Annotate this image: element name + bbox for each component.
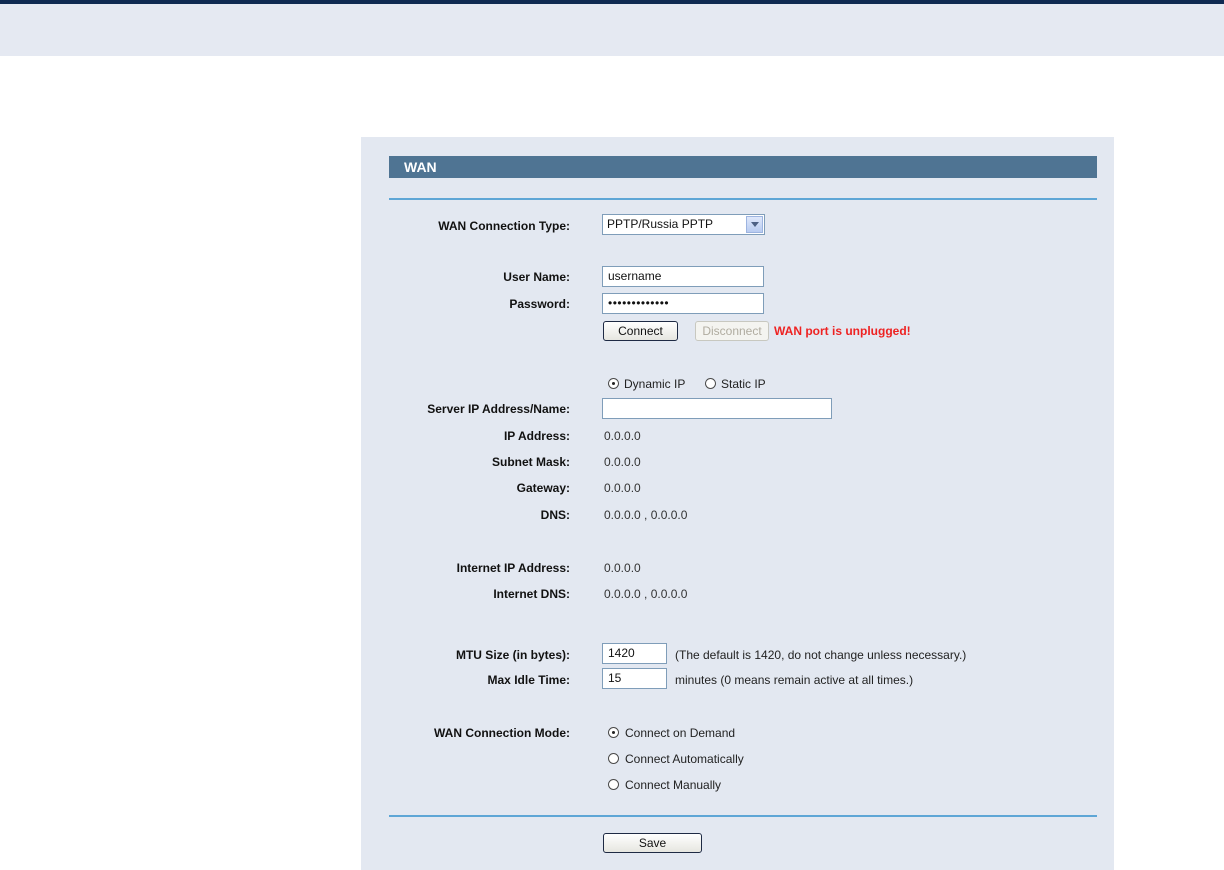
ip-address-label: IP Address:	[503, 429, 570, 443]
panel-title: WAN	[389, 156, 1097, 178]
subnet-mask-label: Subnet Mask:	[491, 455, 570, 469]
user-name-input[interactable]: username	[602, 266, 764, 287]
connect-button[interactable]: Connect	[603, 321, 678, 341]
static-ip-label: Static IP	[721, 377, 766, 391]
ip-address-value: 0.0.0.0	[604, 429, 641, 443]
connection-type-value: PPTP/Russia PPTP	[607, 217, 714, 231]
subnet-mask-value: 0.0.0.0	[604, 455, 641, 469]
save-button[interactable]: Save	[603, 833, 702, 853]
gateway-value: 0.0.0.0	[604, 481, 641, 495]
internet-dns-value: 0.0.0.0 , 0.0.0.0	[604, 587, 688, 601]
dns-value: 0.0.0.0 , 0.0.0.0	[604, 508, 688, 522]
connect-manually-radio[interactable]	[608, 779, 619, 790]
server-ip-label: Server IP Address/Name:	[427, 402, 570, 416]
max-idle-input[interactable]: 15	[602, 668, 667, 689]
wan-panel: WAN WAN Connection Type: PPTP/Russia PPT…	[361, 137, 1114, 870]
mtu-hint: (The default is 1420, do not change unle…	[675, 648, 967, 662]
chevron-down-icon[interactable]	[746, 216, 763, 233]
internet-ip-label: Internet IP Address:	[456, 561, 570, 575]
internet-ip-value: 0.0.0.0	[604, 561, 641, 575]
password-label: Password:	[509, 297, 570, 311]
static-ip-radio[interactable]	[705, 378, 716, 389]
internet-dns-label: Internet DNS:	[493, 587, 570, 601]
connect-automatically-label: Connect Automatically	[625, 752, 744, 766]
dynamic-ip-radio[interactable]	[608, 378, 619, 389]
wan-mode-label: WAN Connection Mode:	[434, 726, 570, 740]
mtu-label: MTU Size (in bytes):	[455, 648, 570, 662]
mtu-input[interactable]: 1420	[602, 643, 667, 664]
dns-label: DNS:	[540, 508, 570, 522]
wan-connection-type-select[interactable]: PPTP/Russia PPTP	[602, 214, 765, 235]
password-input[interactable]: •••••••••••••	[602, 293, 764, 314]
max-idle-label: Max Idle Time:	[487, 673, 570, 687]
bottom-divider	[389, 815, 1097, 817]
disconnect-button[interactable]: Disconnect	[695, 321, 769, 341]
top-divider	[389, 198, 1097, 200]
connect-on-demand-radio[interactable]	[608, 727, 619, 738]
wan-connection-type-label: WAN Connection Type:	[438, 219, 570, 233]
gateway-label: Gateway:	[516, 481, 570, 495]
max-idle-hint: minutes (0 means remain active at all ti…	[675, 673, 914, 687]
connect-automatically-radio[interactable]	[608, 753, 619, 764]
user-name-label: User Name:	[503, 270, 570, 284]
server-ip-input[interactable]	[602, 398, 832, 419]
top-banner	[0, 4, 1224, 56]
dynamic-ip-label: Dynamic IP	[624, 377, 686, 391]
wan-status-warning: WAN port is unplugged!	[774, 324, 911, 338]
connect-manually-label: Connect Manually	[625, 778, 722, 792]
connect-on-demand-label: Connect on Demand	[625, 726, 736, 740]
